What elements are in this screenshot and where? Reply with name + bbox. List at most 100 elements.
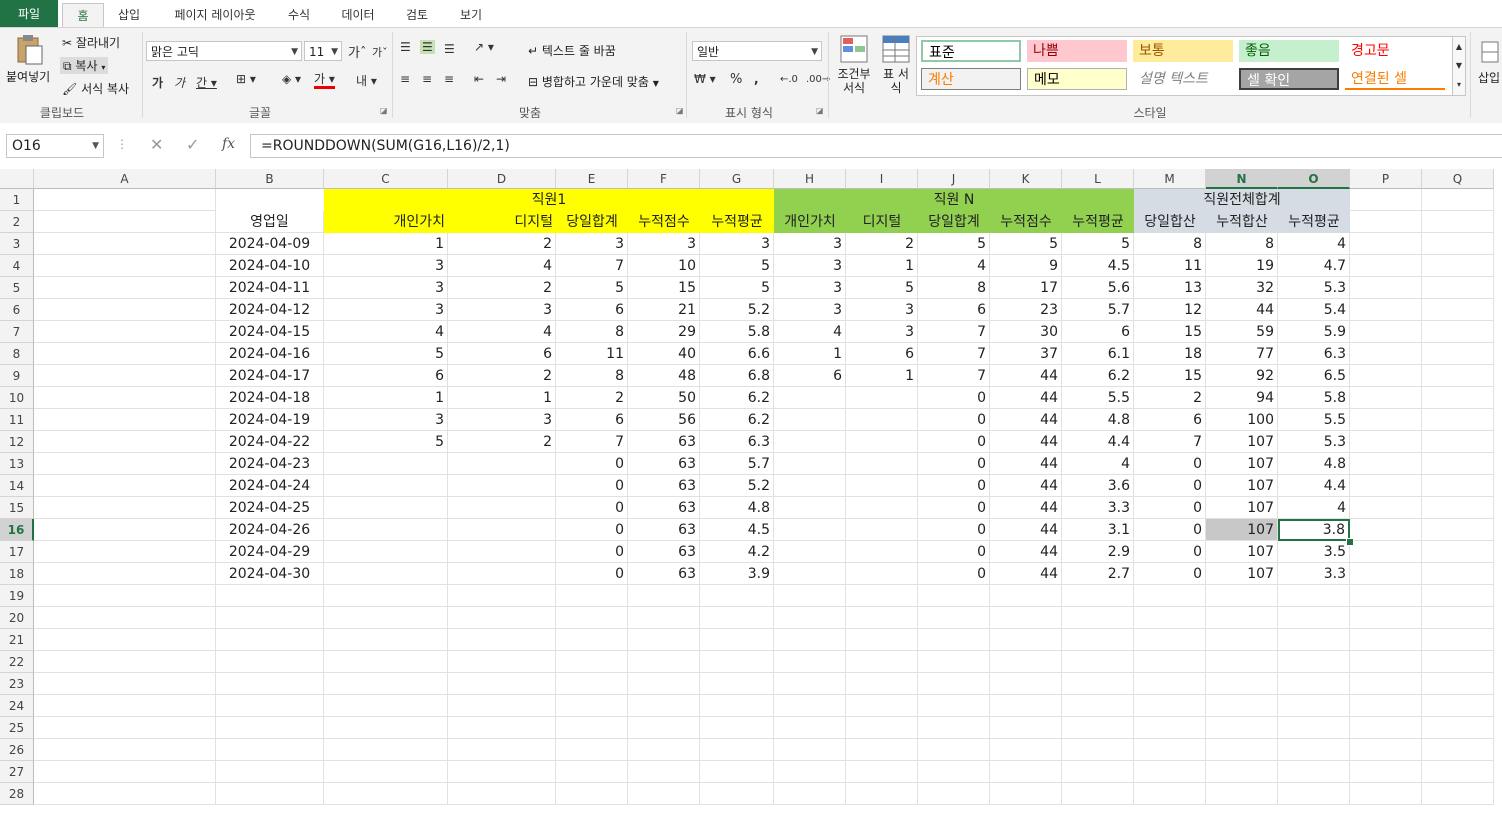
table-cell[interactable]: 3 — [556, 233, 628, 255]
align-top-icon[interactable]: ☰ — [400, 40, 411, 54]
underline-icon[interactable]: 간 ▾ — [196, 74, 217, 91]
sub-header[interactable]: 당일합계 — [556, 211, 628, 233]
table-cell[interactable]: 0 — [918, 541, 990, 563]
column-header[interactable]: P — [1350, 169, 1422, 189]
table-cell[interactable] — [324, 453, 448, 475]
gallery-scroll[interactable]: ▲ ▼ ▾ — [1452, 36, 1466, 96]
empty-cell[interactable] — [1206, 585, 1278, 607]
table-cell[interactable]: 0 — [918, 475, 990, 497]
empty-cell[interactable] — [34, 563, 216, 585]
empty-cell[interactable] — [1422, 277, 1494, 299]
table-cell[interactable]: 3 — [324, 255, 448, 277]
empty-cell[interactable] — [34, 431, 216, 453]
empty-cell[interactable] — [34, 629, 216, 651]
table-cell[interactable]: 6 — [1134, 409, 1206, 431]
empty-cell[interactable] — [1062, 585, 1134, 607]
table-cell[interactable]: 5 — [700, 255, 774, 277]
formula-input[interactable]: =ROUNDDOWN(SUM(G16,L16)/2,1) — [250, 134, 1502, 158]
table-cell[interactable]: 0 — [1134, 563, 1206, 585]
empty-cell[interactable] — [1350, 783, 1422, 805]
table-cell[interactable]: 2.9 — [1062, 541, 1134, 563]
empty-cell[interactable] — [846, 607, 918, 629]
format-painter-button[interactable]: 🖌 서식 복사 — [62, 80, 129, 97]
row-header[interactable]: 28 — [0, 783, 34, 805]
table-cell[interactable]: 2024-04-10 — [216, 255, 324, 277]
table-cell[interactable]: 3 — [448, 299, 556, 321]
table-cell[interactable] — [448, 497, 556, 519]
table-cell[interactable] — [774, 519, 846, 541]
table-cell[interactable]: 94 — [1206, 387, 1278, 409]
empty-cell[interactable] — [1206, 717, 1278, 739]
empty-cell[interactable] — [990, 585, 1062, 607]
grow-font-icon[interactable]: 가ˆ — [348, 42, 366, 61]
empty-cell[interactable] — [774, 629, 846, 651]
column-header[interactable]: N — [1206, 169, 1278, 189]
name-box[interactable]: O16 ▼ — [6, 134, 104, 158]
table-cell[interactable]: 6.5 — [1278, 365, 1350, 387]
table-cell[interactable]: 4 — [1062, 453, 1134, 475]
empty-cell[interactable] — [216, 607, 324, 629]
empty-cell[interactable] — [1350, 409, 1422, 431]
table-cell[interactable]: 44 — [990, 387, 1062, 409]
table-cell[interactable]: 2024-04-15 — [216, 321, 324, 343]
empty-cell[interactable] — [990, 783, 1062, 805]
empty-cell[interactable] — [34, 387, 216, 409]
table-cell[interactable]: 7 — [918, 321, 990, 343]
font-size-select[interactable]: 11 ▼ — [304, 41, 342, 61]
empty-cell[interactable] — [918, 585, 990, 607]
tab-view[interactable]: 보기 — [450, 3, 492, 27]
table-cell[interactable]: 44 — [990, 365, 1062, 387]
table-cell[interactable]: 15 — [628, 277, 700, 299]
empty-cell[interactable] — [628, 783, 700, 805]
table-cell[interactable]: 0 — [1134, 453, 1206, 475]
align-left-icon[interactable]: ≡ — [400, 72, 410, 86]
table-cell[interactable] — [324, 519, 448, 541]
empty-cell[interactable] — [700, 673, 774, 695]
table-cell[interactable]: 3.1 — [1062, 519, 1134, 541]
table-cell[interactable]: 107 — [1206, 519, 1278, 541]
empty-cell[interactable] — [34, 607, 216, 629]
table-cell[interactable] — [448, 519, 556, 541]
table-cell[interactable]: 12 — [1134, 299, 1206, 321]
empty-cell[interactable] — [1422, 255, 1494, 277]
table-cell[interactable]: 37 — [990, 343, 1062, 365]
table-cell[interactable]: 0 — [1134, 497, 1206, 519]
empty-cell[interactable] — [1422, 761, 1494, 783]
empty-cell[interactable] — [628, 673, 700, 695]
table-cell[interactable]: 0 — [556, 453, 628, 475]
table-cell[interactable]: 63 — [628, 541, 700, 563]
table-cell[interactable]: 7 — [556, 431, 628, 453]
table-cell[interactable]: 7 — [918, 365, 990, 387]
table-cell[interactable]: 2 — [1134, 387, 1206, 409]
table-cell[interactable]: 1 — [324, 233, 448, 255]
table-cell[interactable] — [324, 541, 448, 563]
align-middle-icon[interactable]: ☰ — [420, 40, 435, 54]
header-business-day[interactable]: 영업일 — [216, 211, 324, 233]
empty-cell[interactable] — [34, 343, 216, 365]
table-cell[interactable]: 5 — [918, 233, 990, 255]
column-header[interactable]: F — [628, 169, 700, 189]
empty-cell[interactable] — [34, 761, 216, 783]
table-cell[interactable]: 63 — [628, 497, 700, 519]
empty-cell[interactable] — [918, 607, 990, 629]
empty-cell[interactable] — [1206, 739, 1278, 761]
table-cell[interactable]: 6 — [918, 299, 990, 321]
insert-cells-button[interactable]: 삽입 — [1478, 40, 1502, 86]
empty-cell[interactable] — [34, 321, 216, 343]
sub-header[interactable]: 개인가치 — [324, 211, 448, 233]
table-cell[interactable] — [846, 475, 918, 497]
empty-cell[interactable] — [700, 607, 774, 629]
table-cell[interactable]: 6 — [324, 365, 448, 387]
empty-cell[interactable] — [1206, 761, 1278, 783]
empty-cell[interactable] — [1206, 695, 1278, 717]
empty-cell[interactable] — [1422, 343, 1494, 365]
empty-cell[interactable] — [1206, 783, 1278, 805]
empty-cell[interactable] — [448, 717, 556, 739]
empty-cell[interactable] — [1350, 387, 1422, 409]
empty-cell[interactable] — [1134, 651, 1206, 673]
paste-label[interactable]: 붙여넣기 — [6, 68, 50, 85]
empty-cell[interactable] — [1134, 673, 1206, 695]
empty-cell[interactable] — [1350, 585, 1422, 607]
cell-style-option[interactable]: 경고문 — [1345, 40, 1445, 62]
cut-button[interactable]: ✂ 잘라내기 — [62, 34, 120, 51]
